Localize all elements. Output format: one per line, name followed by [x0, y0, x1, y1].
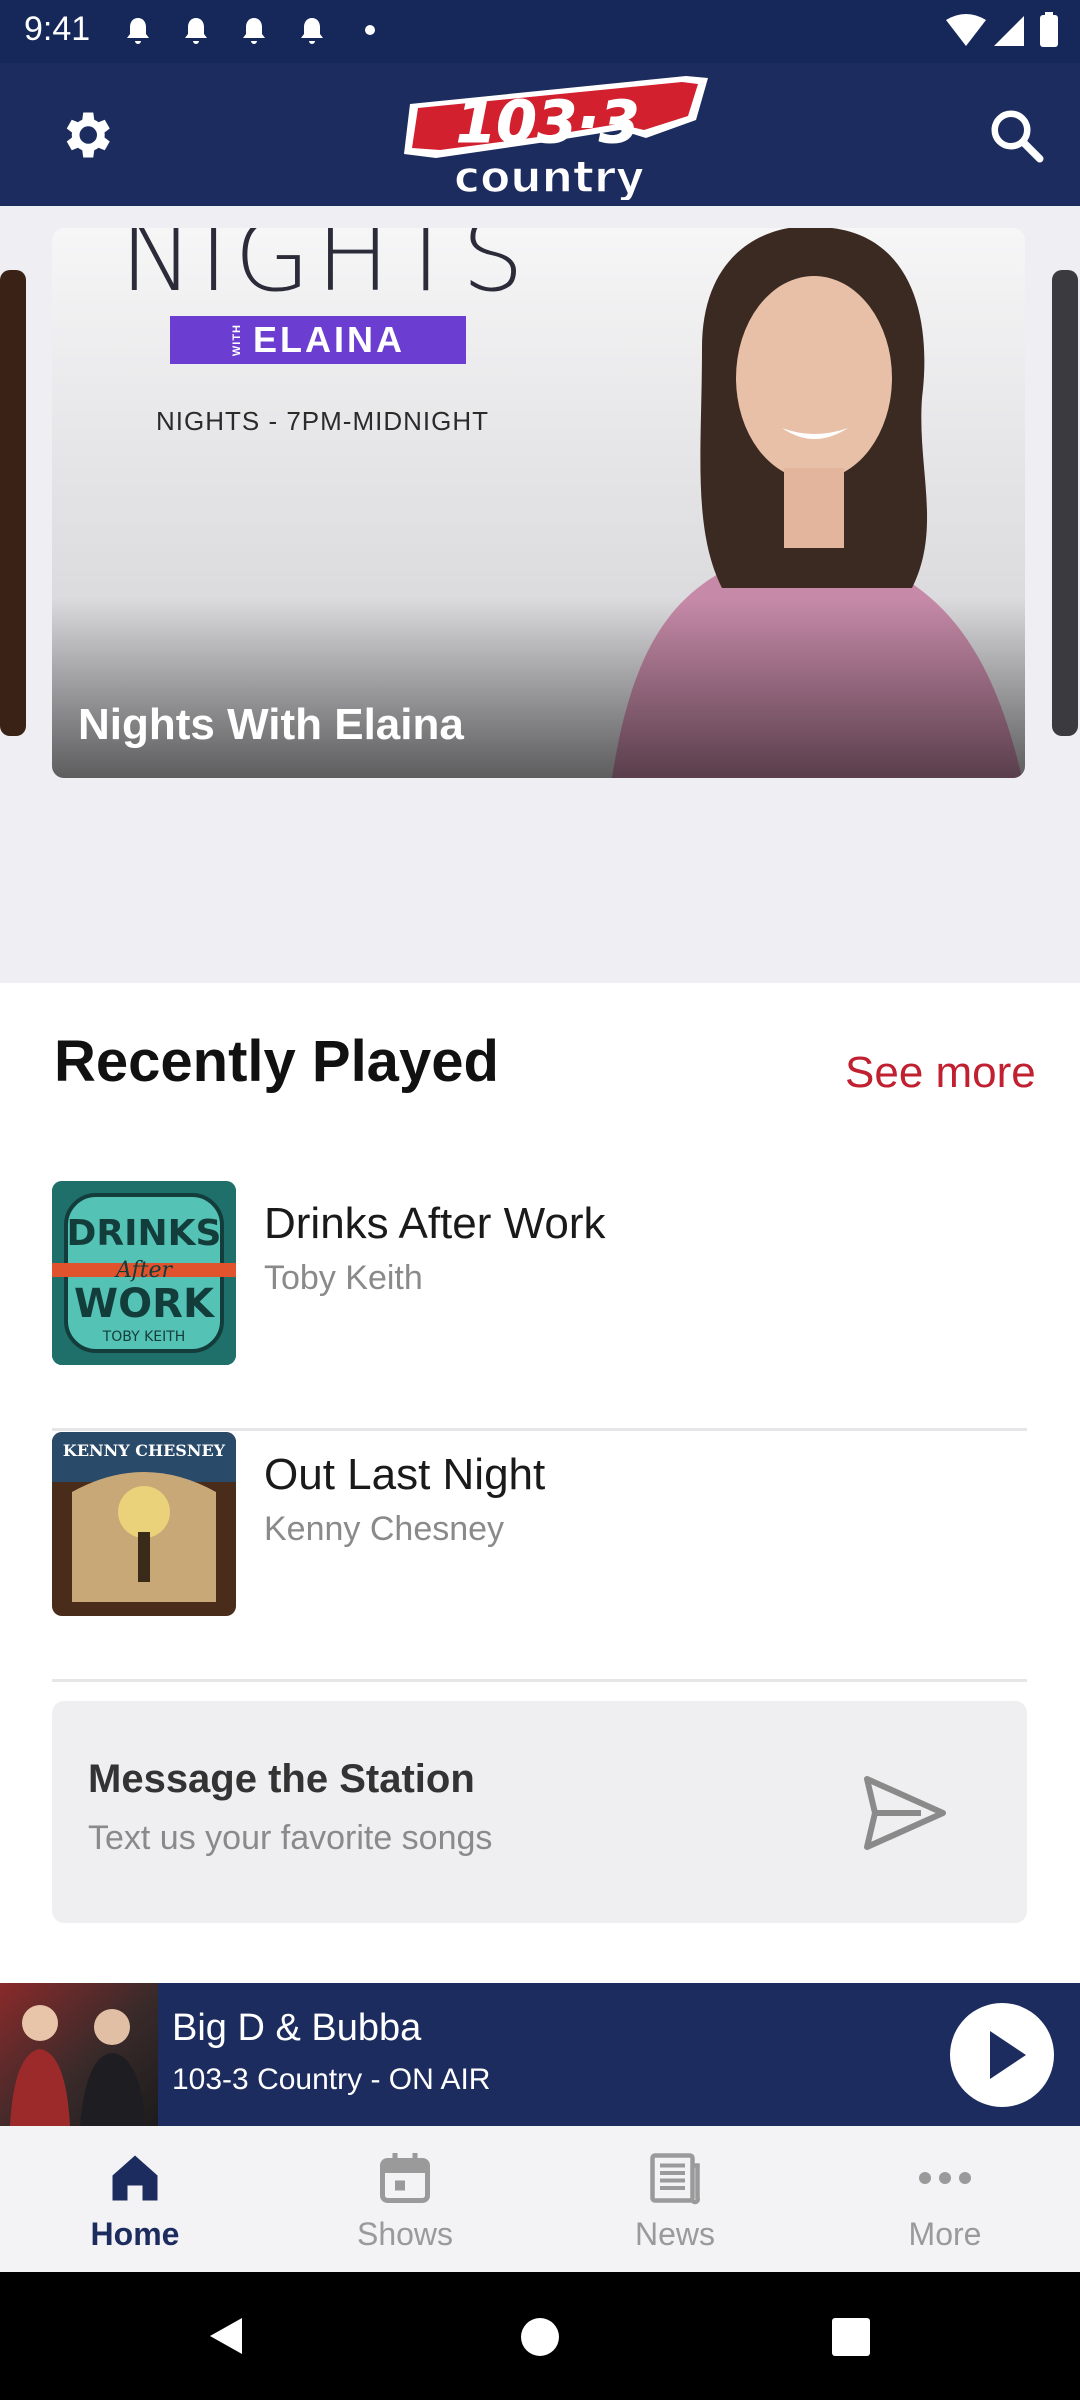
search-icon[interactable]: [986, 105, 1046, 165]
wifi-icon: [946, 14, 986, 46]
hero-graphic-with: WITH: [231, 323, 243, 357]
nav-more[interactable]: More: [810, 2126, 1080, 2272]
now-playing-bar[interactable]: Big D & Bubba 103-3 Country - ON AIR: [0, 1983, 1080, 2126]
hero-gradient: [52, 598, 1025, 778]
message-station-title: Message the Station: [88, 1757, 475, 1801]
now-playing-subtitle: 103-3 Country - ON AIR: [172, 2063, 491, 2096]
carousel-next-card[interactable]: [1052, 270, 1078, 736]
song-row[interactable]: KENNY CHESNEY Out Last Night Kenny Chesn…: [52, 1432, 1027, 1682]
dot-icon: [365, 25, 375, 35]
send-icon[interactable]: [861, 1773, 949, 1853]
bottom-navigation: Home Shows News More: [0, 2126, 1080, 2272]
nav-label: More: [908, 2216, 982, 2252]
song-title: Out Last Night: [264, 1450, 546, 1499]
song-artist: Kenny Chesney: [264, 1510, 505, 1548]
home-circle-icon[interactable]: [519, 2316, 561, 2358]
album-art: DRINKS After WORK TOBY KEITH: [52, 1181, 236, 1365]
status-time: 9:41: [24, 10, 91, 48]
hero-graphic-time: NIGHTS - 7PM-MIDNIGHT: [156, 406, 489, 436]
notification-bell-icon: [301, 18, 323, 44]
song-artist: Toby Keith: [264, 1259, 423, 1297]
notification-bell-icon: [127, 18, 149, 44]
notification-bell-icon: [243, 18, 265, 44]
home-icon: [112, 2155, 158, 2201]
divider: [52, 1428, 1027, 1431]
notification-bell-icon: [185, 18, 207, 44]
song-row[interactable]: DRINKS After WORK TOBY KEITH Drinks Afte…: [52, 1181, 1027, 1431]
hero-graphic-title: NIGHTS: [120, 228, 530, 314]
svg-text:TOBY KEITH: TOBY KEITH: [102, 1329, 186, 1345]
featured-show-card[interactable]: NIGHTS WITH ELAINA NIGHTS - 7PM-MIDNIGHT…: [52, 228, 1025, 778]
nav-shows[interactable]: Shows: [270, 2126, 540, 2272]
now-playing-art: [0, 1983, 158, 2126]
svg-text:DRINKS: DRINKS: [67, 1213, 222, 1254]
hero-graphic-name: ELAINA: [253, 319, 405, 360]
recently-played-heading: Recently Played: [54, 1029, 499, 1094]
nav-label: Home: [90, 2216, 180, 2252]
newspaper-icon: [650, 2153, 700, 2205]
svg-text:After: After: [114, 1258, 174, 1283]
station-logo: 103·3 country: [396, 68, 712, 204]
carousel-prev-card[interactable]: [0, 270, 26, 736]
message-station-subtitle: Text us your favorite songs: [88, 1819, 493, 1857]
hero-card-title: Nights With Elaina: [78, 700, 464, 749]
more-dots-icon: [919, 2172, 971, 2184]
nav-news[interactable]: News: [540, 2126, 810, 2272]
recents-icon[interactable]: [830, 2316, 872, 2358]
message-station-card[interactable]: Message the Station Text us your favorit…: [52, 1701, 1027, 1923]
back-icon[interactable]: [204, 2314, 248, 2358]
svg-text:KENNY CHESNEY: KENNY CHESNEY: [63, 1441, 226, 1460]
nav-label: News: [634, 2216, 715, 2252]
see-more-link[interactable]: See more: [845, 1048, 1036, 1098]
battery-icon: [1040, 15, 1058, 47]
status-icons: [946, 12, 1058, 47]
status-bar: 9:41: [0, 0, 1080, 63]
now-playing-title: Big D & Bubba: [172, 2007, 422, 2049]
settings-gear-icon[interactable]: [56, 105, 116, 165]
calendar-icon: [380, 2153, 430, 2203]
logo-number: 103·3: [456, 88, 639, 156]
signal-icon: [994, 16, 1024, 46]
divider: [52, 1679, 1027, 1682]
play-button[interactable]: [950, 2003, 1054, 2107]
song-title: Drinks After Work: [264, 1199, 606, 1248]
svg-text:WORK: WORK: [74, 1281, 216, 1327]
logo-word: country: [454, 152, 644, 200]
hero-graphic-name-box: WITH ELAINA: [170, 316, 466, 364]
nav-home[interactable]: Home: [0, 2126, 270, 2272]
play-icon: [990, 2031, 1026, 2079]
system-navigation-bar: [0, 2272, 1080, 2400]
album-art: KENNY CHESNEY: [52, 1432, 236, 1616]
nav-label: Shows: [356, 2216, 454, 2252]
